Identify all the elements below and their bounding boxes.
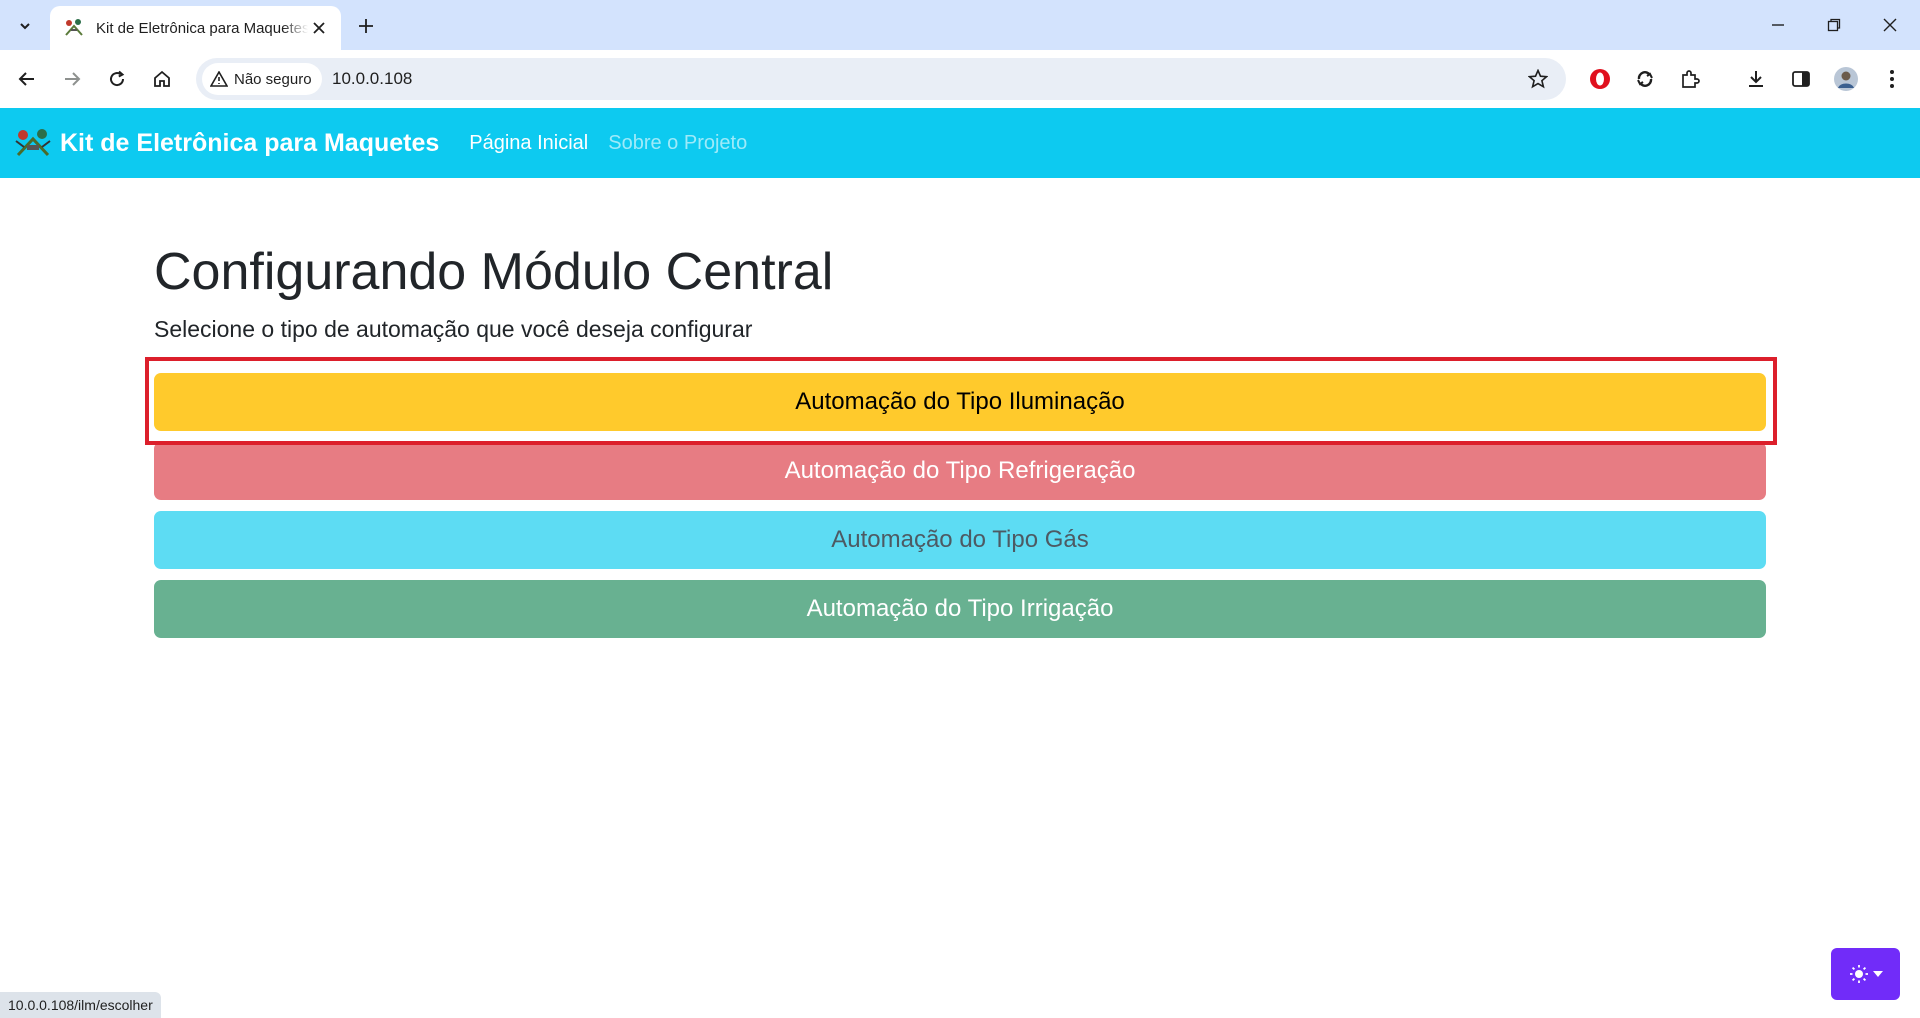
star-icon (1528, 69, 1548, 89)
tab-search-button[interactable] (9, 10, 40, 41)
restore-icon (1827, 18, 1841, 32)
brand-text: Kit de Eletrônica para Maquetes (60, 128, 440, 157)
status-bar-url: 10.0.0.108/ilm/escolher (0, 992, 161, 1018)
puzzle-icon (1682, 70, 1700, 88)
close-window-button[interactable] (1862, 4, 1918, 46)
back-arrow-icon (18, 72, 34, 86)
brand-link[interactable]: Kit de Eletrônica para Maquetes (14, 127, 439, 159)
profile-button[interactable] (1830, 63, 1862, 95)
opera-icon (1590, 69, 1610, 89)
chevron-down-icon (19, 22, 30, 29)
home-button[interactable] (146, 63, 178, 95)
security-label: Não seguro (234, 70, 312, 88)
warning-triangle-icon (210, 71, 228, 87)
tab-title: Kit de Eletrônica para Maquetes (96, 19, 308, 37)
downloads-button[interactable] (1740, 63, 1772, 95)
forward-arrow-icon (65, 72, 81, 86)
reload-icon (110, 70, 125, 87)
nav-link-about[interactable]: Sobre o Projeto (608, 132, 747, 155)
sync-icon (1637, 71, 1653, 87)
sidebar-icon (1792, 71, 1810, 87)
minimize-button[interactable] (1750, 4, 1806, 46)
side-panel-button[interactable] (1785, 63, 1817, 95)
home-icon (154, 70, 170, 87)
new-tab-button[interactable] (352, 12, 380, 40)
address-bar[interactable]: Não seguro 10.0.0.108 (196, 58, 1566, 100)
extensions-button[interactable] (1674, 63, 1706, 95)
sun-icon (1849, 965, 1868, 983)
page-subtitle: Selecione o tipo de automação que você d… (154, 316, 753, 342)
forward-button[interactable] (56, 63, 88, 95)
kebab-menu-icon (1890, 70, 1894, 88)
highlight-box (145, 357, 1777, 445)
browser-menu-button[interactable] (1876, 63, 1908, 95)
plus-icon (359, 19, 373, 33)
opera-extension-button[interactable] (1584, 63, 1616, 95)
nav-link-home[interactable]: Página Inicial (469, 132, 588, 155)
main-content: Configurando Módulo Central Selecione o … (154, 178, 1766, 343)
tab-strip: Kit de Eletrônica para Maquetes (0, 0, 1920, 50)
reload-button[interactable] (101, 63, 133, 95)
browser-tab[interactable]: Kit de Eletrônica para Maquetes (50, 6, 341, 50)
url-text[interactable]: 10.0.0.108 (332, 69, 412, 89)
restore-button[interactable] (1806, 4, 1862, 46)
download-icon (1749, 71, 1763, 87)
caret-down-icon (1872, 971, 1883, 977)
favicon-icon (62, 16, 86, 40)
page-title: Configurando Módulo Central (154, 243, 834, 301)
security-chip[interactable]: Não seguro (202, 63, 322, 95)
theme-toggle-button[interactable] (1831, 948, 1900, 1000)
refrigeration-automation-button[interactable]: Automação do Tipo Refrigeração (154, 442, 1766, 500)
sync-extension-button[interactable] (1629, 63, 1661, 95)
browser-toolbar: Não seguro 10.0.0.108 (0, 50, 1920, 141)
back-button[interactable] (11, 63, 43, 95)
avatar-icon (1834, 67, 1858, 91)
brand-logo-icon (15, 129, 51, 157)
close-window-icon (1883, 18, 1897, 32)
irrigation-automation-button[interactable]: Automação do Tipo Irrigação (154, 580, 1766, 638)
bookmark-button[interactable] (1524, 65, 1552, 93)
close-icon[interactable] (309, 18, 329, 38)
gas-automation-button[interactable]: Automação do Tipo Gás (154, 511, 1766, 569)
minimize-icon (1772, 24, 1784, 26)
site-navbar: Kit de Eletrônica para Maquetes Página I… (0, 108, 1920, 178)
